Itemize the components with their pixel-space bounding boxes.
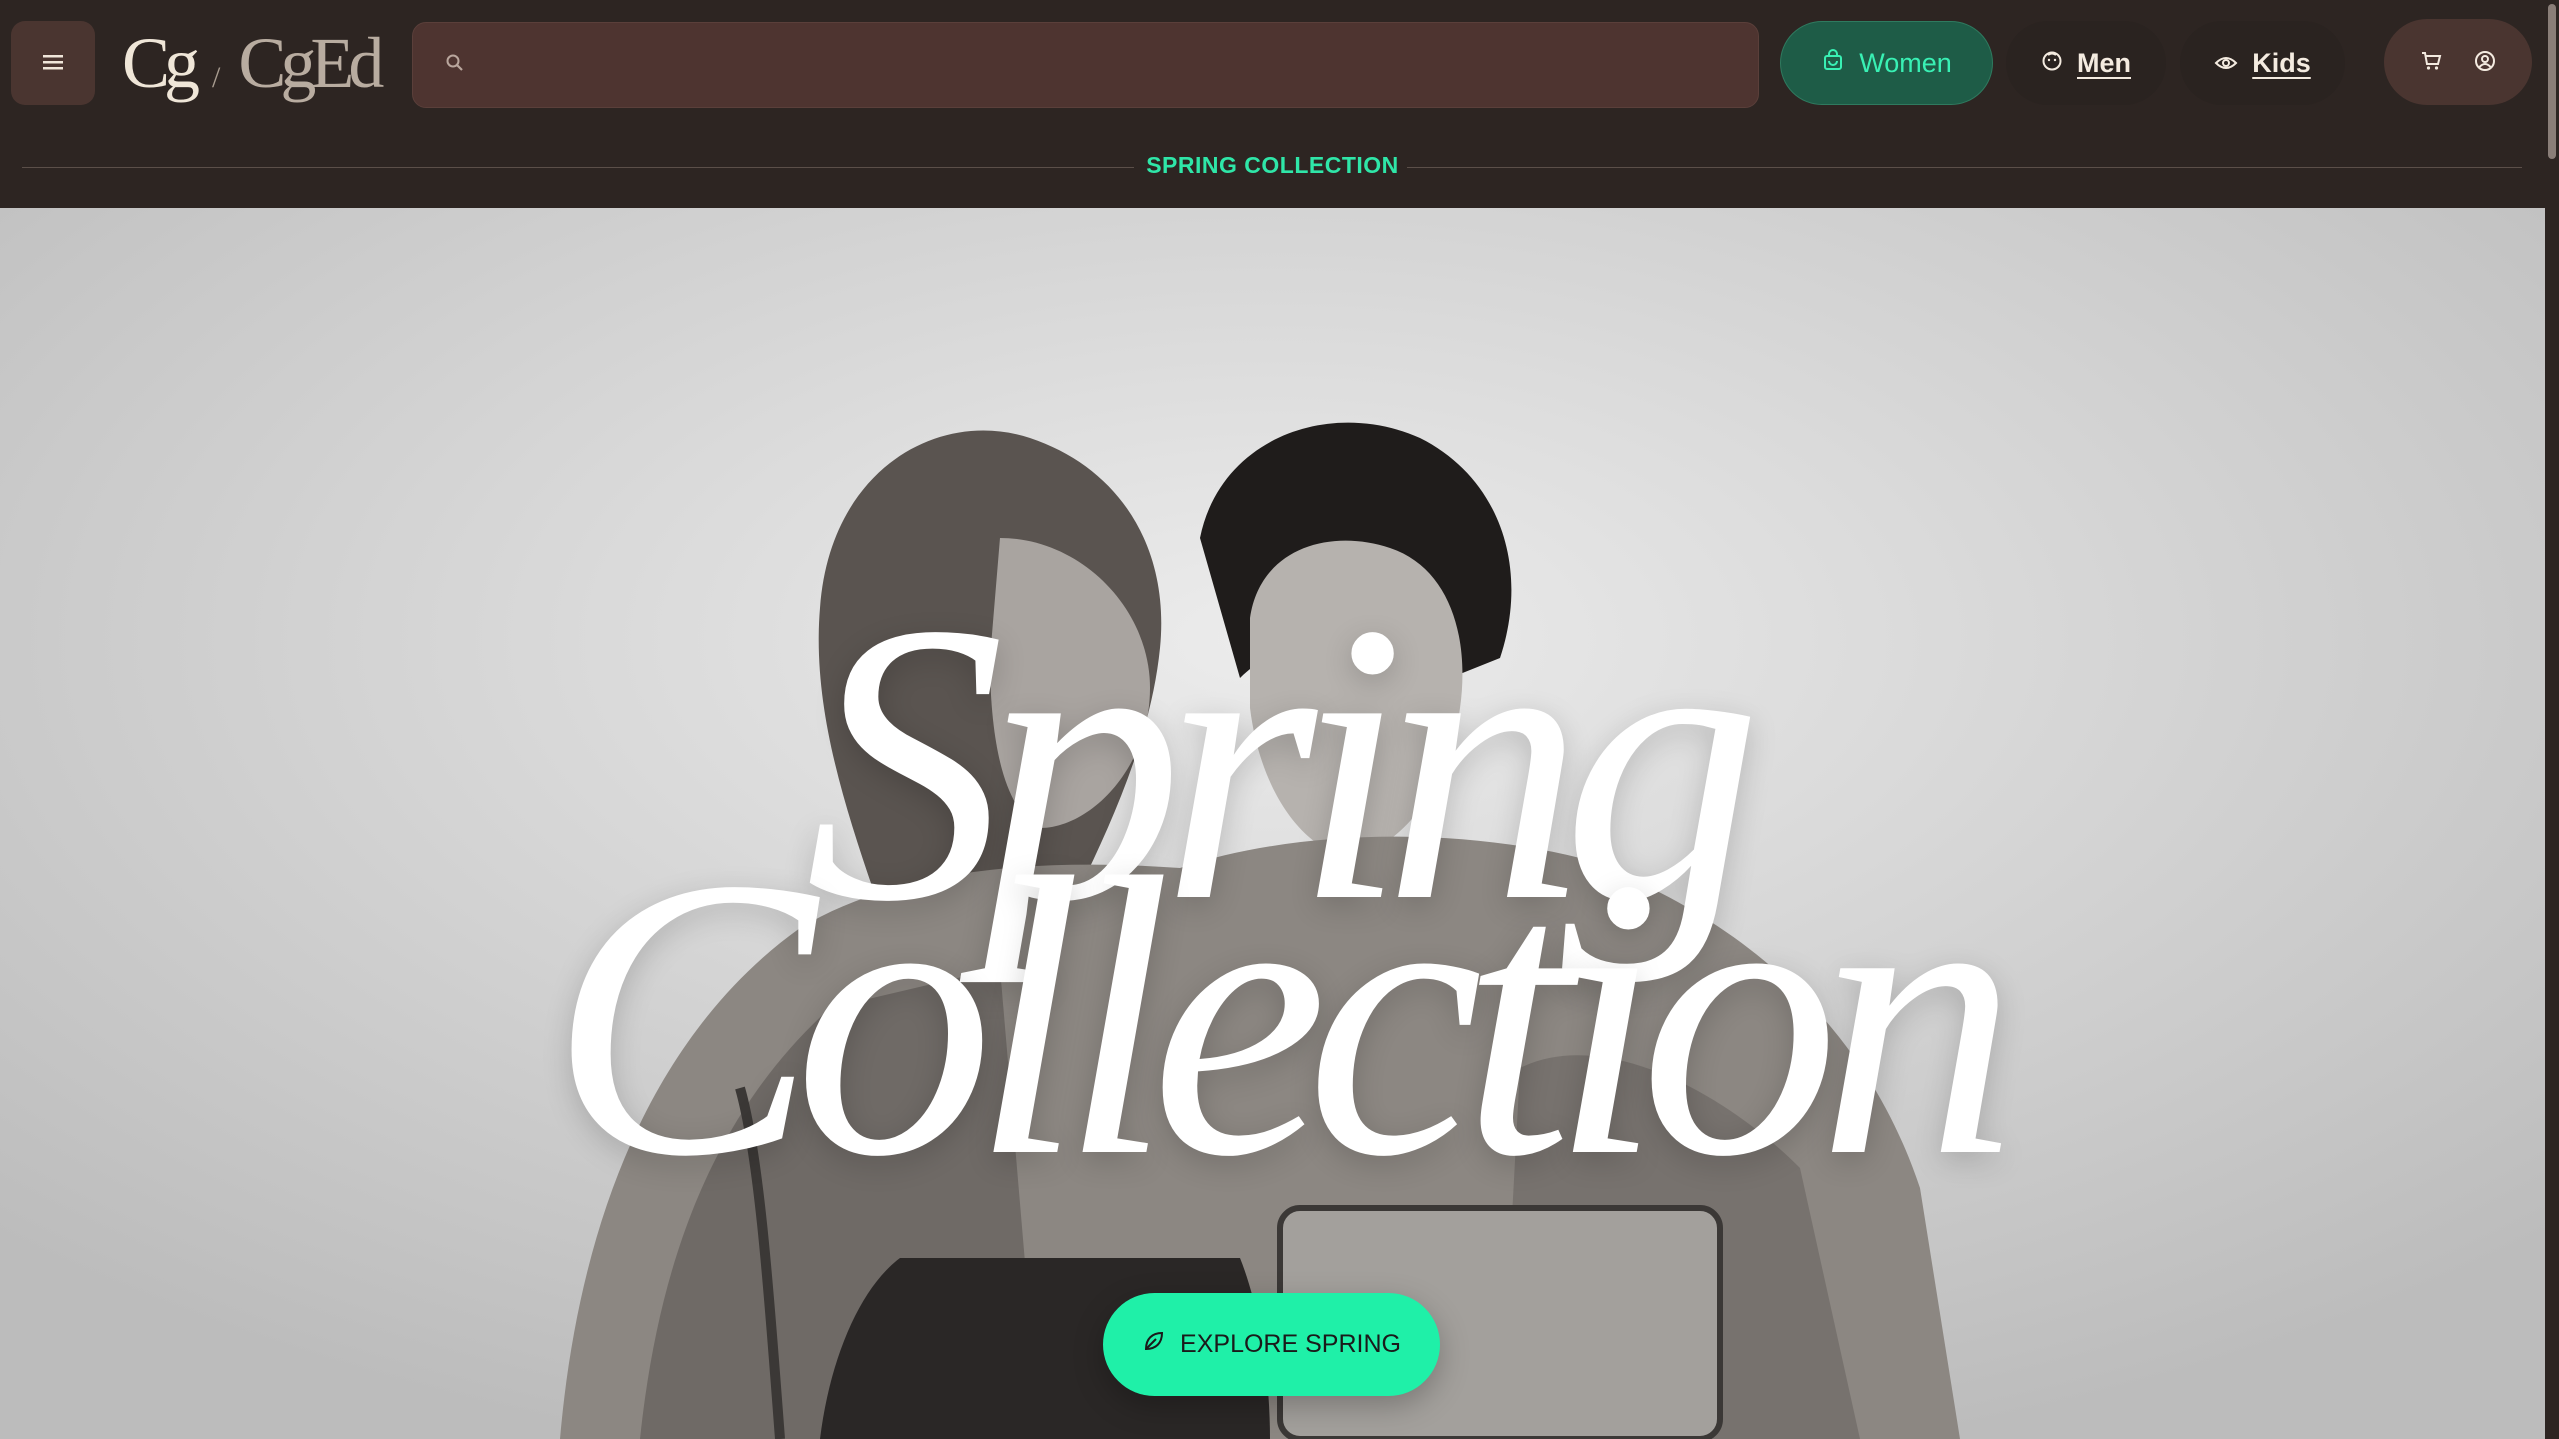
logo-separator: / (212, 61, 221, 94)
search-bar[interactable] (412, 22, 1759, 108)
nav-women[interactable]: Women (1780, 21, 1993, 105)
eye-icon (2214, 48, 2238, 79)
logo-mark: Cg (122, 23, 200, 103)
banner-text: SPRING COLLECTION (1146, 152, 1399, 178)
nav-women-label: Women (1859, 47, 1952, 78)
explore-spring-label: EXPLORE SPRING (1180, 1330, 1401, 1358)
search-icon (445, 53, 465, 78)
scrollbar-thumb[interactable] (2548, 4, 2556, 159)
hamburger-icon (42, 53, 64, 74)
hero-title-line2: Collection (549, 796, 2017, 1239)
bag-icon (1821, 48, 1845, 79)
brand-logo[interactable]: Cg / CgEd (122, 22, 384, 106)
nav-kids[interactable]: Kids (2180, 21, 2345, 105)
nav-men-label: Men (2077, 47, 2131, 78)
collection-banner: SPRING COLLECTION (0, 128, 2545, 208)
account-button[interactable] (2474, 50, 2496, 75)
cart-icon (2420, 50, 2442, 75)
nav-kids-label: Kids (2252, 47, 2311, 78)
header-actions (2384, 19, 2532, 105)
user-circle-icon (2474, 50, 2496, 75)
leaf-icon (1142, 1329, 1166, 1360)
menu-button[interactable] (11, 21, 95, 105)
hero-section: Spring Collection EXPLORE SPRING (0, 208, 2545, 1439)
logo-brand: CgEd (238, 23, 384, 103)
top-navigation: Cg / CgEd Women Men Kids (0, 0, 2545, 128)
cart-button[interactable] (2420, 50, 2442, 75)
nav-men[interactable]: Men (2006, 21, 2166, 105)
explore-spring-button[interactable]: EXPLORE SPRING (1103, 1293, 1440, 1396)
face-icon (2041, 48, 2063, 79)
page-scrollbar[interactable] (2545, 0, 2559, 1439)
search-input[interactable] (485, 49, 1758, 81)
